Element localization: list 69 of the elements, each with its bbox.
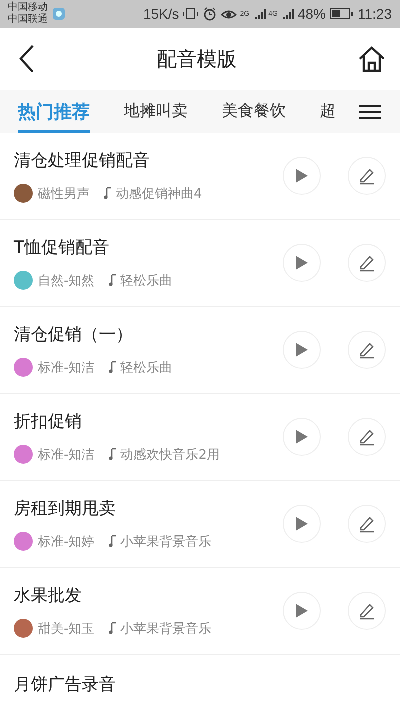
play-icon <box>295 516 309 532</box>
play-icon <box>295 342 309 358</box>
music-name: 轻松乐曲 <box>120 272 173 290</box>
play-icon <box>295 255 309 271</box>
music-note-icon <box>108 622 118 635</box>
pencil-icon <box>358 602 376 620</box>
play-button[interactable] <box>283 592 321 630</box>
template-title: 房租到期甩卖 <box>14 498 117 520</box>
page-title: 配音模版 <box>157 46 237 72</box>
voice-name: 自然-知然 <box>38 272 95 290</box>
voice-name: 甜美-知玉 <box>38 620 95 638</box>
play-button[interactable] <box>283 331 321 369</box>
vibrate-icon <box>183 7 200 21</box>
template-title: 水果批发 <box>14 585 83 607</box>
edit-button[interactable] <box>348 418 386 456</box>
category-tab[interactable]: 超 <box>320 90 336 133</box>
music-name: 轻松乐曲 <box>120 360 173 376</box>
edit-button[interactable] <box>348 331 386 369</box>
alarm-icon <box>203 7 218 21</box>
play-icon <box>295 603 309 619</box>
signal-icon <box>282 8 294 20</box>
carrier-name: 中国移动 <box>8 2 48 14</box>
edit-button[interactable] <box>348 592 386 630</box>
music-note-icon <box>108 274 118 287</box>
network-speed: 15K/s <box>143 6 180 22</box>
app-icon <box>52 7 66 21</box>
template-title: 折扣促销 <box>14 411 83 433</box>
music-note-icon <box>104 187 113 200</box>
music-name: 动感促销神曲4 <box>116 186 202 202</box>
play-button[interactable] <box>283 418 321 456</box>
category-tab[interactable]: 美食餐饮 <box>222 90 286 133</box>
voice-name: 标准-知洁 <box>38 360 95 376</box>
template-title: 月饼广告录音 <box>14 674 117 696</box>
voice-name: 标准-知洁 <box>38 446 95 464</box>
music-name: 小苹果背景音乐 <box>120 534 212 550</box>
pencil-icon <box>358 341 376 359</box>
home-icon <box>358 45 386 73</box>
voice-name: 标准-知婷 <box>38 534 95 550</box>
play-button[interactable] <box>283 157 321 195</box>
back-icon <box>18 44 36 74</box>
music-note-icon <box>108 361 118 374</box>
template-title: 清仓处理促销配音 <box>14 150 151 172</box>
voice-name: 磁性男声 <box>38 186 90 202</box>
clock-time: 11:23 <box>358 6 392 22</box>
play-button[interactable] <box>283 505 321 543</box>
play-icon <box>295 168 309 184</box>
pencil-icon <box>358 428 376 446</box>
battery-percent: 48% <box>298 6 326 22</box>
category-tab[interactable]: 地摊叫卖 <box>124 90 188 133</box>
battery-icon <box>330 8 354 20</box>
pencil-icon <box>358 167 376 185</box>
edit-button[interactable] <box>348 157 386 195</box>
home-button[interactable] <box>358 45 386 73</box>
play-button[interactable] <box>283 244 321 282</box>
edit-button[interactable] <box>348 505 386 543</box>
music-name: 动感欢快音乐2用 <box>120 446 220 464</box>
template-title: 清仓促销（一） <box>14 324 134 346</box>
menu-icon <box>358 102 382 120</box>
signal-icon <box>254 8 266 20</box>
template-title: T恤促销配音 <box>14 237 110 259</box>
back-button[interactable] <box>18 44 36 74</box>
music-name: 小苹果背景音乐 <box>120 620 212 638</box>
carrier-name: 中国联通 <box>8 14 48 26</box>
edit-button[interactable] <box>348 244 386 282</box>
pencil-icon <box>358 515 376 533</box>
music-note-icon <box>108 448 118 461</box>
pencil-icon <box>358 254 376 272</box>
play-icon <box>295 429 309 445</box>
music-note-icon <box>108 535 118 548</box>
